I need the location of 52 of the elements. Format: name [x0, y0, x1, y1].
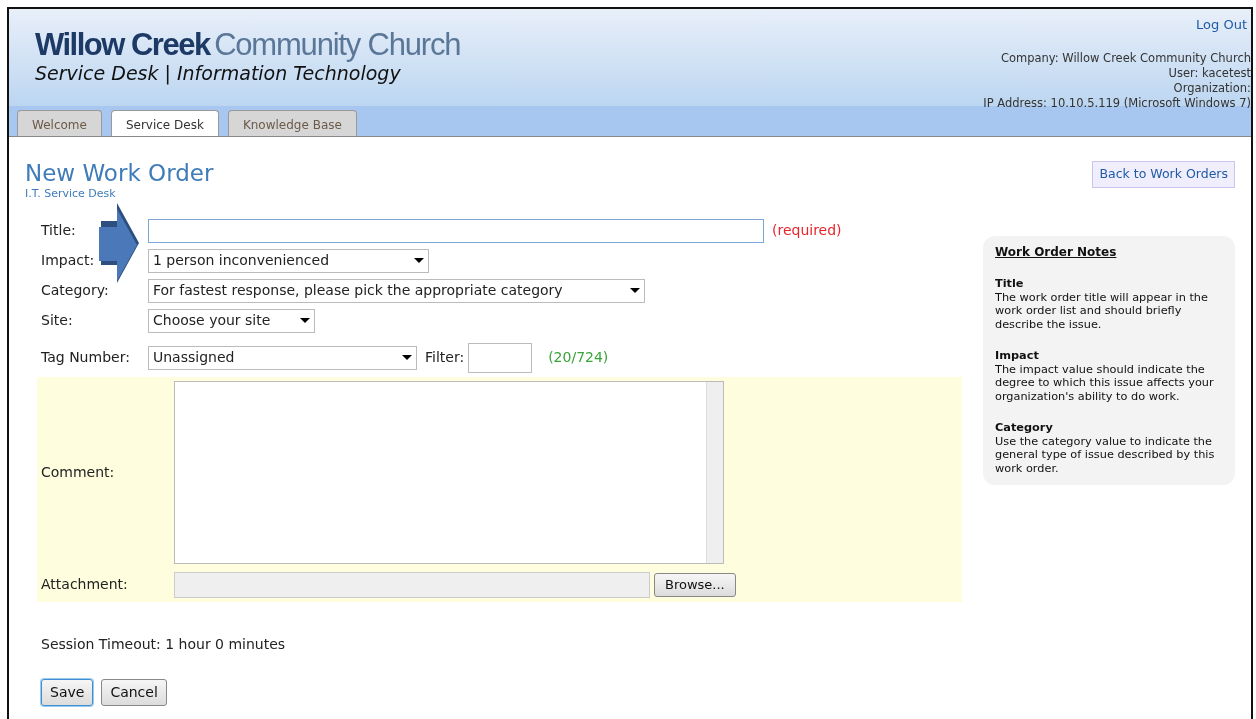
notes-text: The work order title will appear in the work order list and should briefly describe the issue. [995, 290, 1209, 332]
scrollbar[interactable] [706, 381, 723, 563]
dropdown-value: Unassigned [153, 348, 235, 368]
attachment-field[interactable] [174, 571, 650, 598]
comment-field[interactable] [174, 380, 724, 564]
session-timeout-text: Session Timeout: 1 hour 0 minutes [41, 634, 287, 654]
notes-heading: Impact [995, 349, 1040, 363]
caret-icon [630, 288, 640, 294]
notes-title: Work Order Notes [995, 245, 1118, 260]
user-info-text: IP Address: 10.10.5.119 (Microsoft Windows 7) [983, 95, 1251, 111]
field-label: Category: [41, 281, 110, 301]
field-label: Title: [41, 221, 77, 241]
field-label: Attachment: [41, 575, 129, 595]
caret-icon [414, 258, 424, 264]
user-info-text: User: kacetest [1167, 65, 1251, 81]
logo-name: Willow Creek [35, 27, 210, 62]
field-label: Comment: [41, 462, 116, 482]
filter-field[interactable] [468, 342, 533, 373]
page-subtitle: I.T. Service Desk [25, 186, 117, 203]
dropdown-value: 1 person inconvenienced [153, 251, 330, 271]
field-label: Impact: [41, 251, 96, 271]
field-label: Tag Number: [41, 348, 131, 368]
title-field[interactable] [148, 218, 764, 243]
user-info-text: Organization: [1172, 80, 1251, 96]
notes-heading: Title [995, 277, 1025, 291]
save-button[interactable]: Save [41, 678, 94, 706]
cancel-button[interactable]: Cancel [101, 678, 167, 706]
back-button[interactable]: Back to Work Orders [1092, 161, 1235, 188]
logo-tagline: Service Desk | Information Technology [35, 62, 402, 86]
log-out-link[interactable]: Log Out [1196, 9, 1251, 35]
browse-button[interactable]: Browse... [654, 573, 736, 597]
dropdown-value: Choose your site [153, 311, 271, 331]
field-label: Site: [41, 311, 74, 331]
field-label: Filter: [425, 348, 465, 368]
tab[interactable]: Knowledge Base [227, 110, 357, 136]
dropdown[interactable]: Unassigned [148, 345, 417, 370]
count-text: (20/724) [548, 348, 609, 368]
dropdown-value: For fastest response, please pick the appropriate category [153, 281, 563, 301]
notes-text: The impact value should indicate the degree to which this issue affects your organization's ability to do work. [995, 362, 1215, 404]
notes-text: Use the category value to indicate the general type of issue described by this work order. [995, 434, 1216, 476]
notes-heading: Category [995, 421, 1054, 435]
page-title: New Work Order [25, 161, 214, 187]
dropdown[interactable]: For fastest response, please pick the appropriate category [148, 278, 645, 303]
tab[interactable]: Service Desk [110, 110, 219, 136]
caret-icon [300, 318, 310, 324]
tab[interactable]: Welcome [17, 110, 102, 136]
logo-name-subtitle: Community Church [214, 27, 461, 62]
user-info-text: Company: Willow Creek Community Church [999, 50, 1251, 66]
dropdown[interactable]: 1 person inconvenienced [148, 248, 429, 273]
caret-icon [402, 355, 412, 361]
required-note: (required) [772, 221, 842, 241]
dropdown[interactable]: Choose your site [148, 308, 315, 333]
